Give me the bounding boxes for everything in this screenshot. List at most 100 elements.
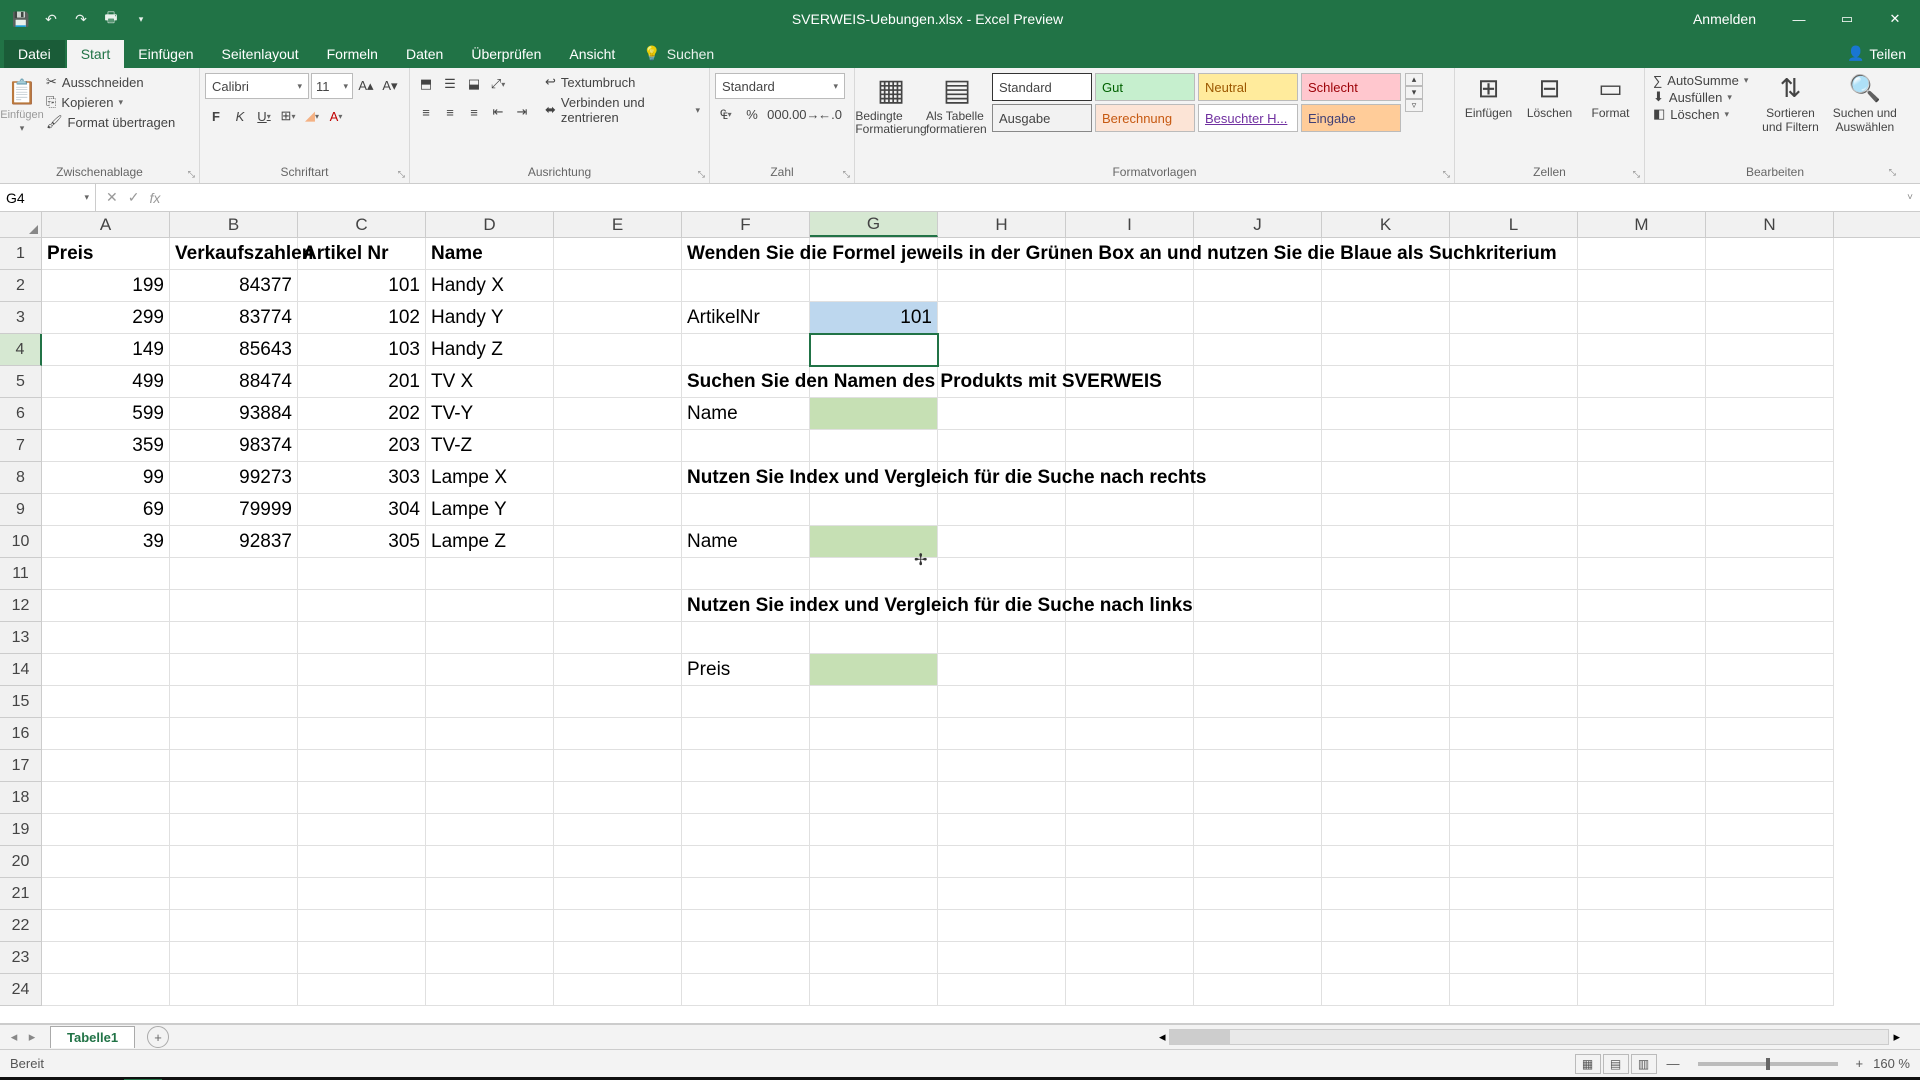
save-icon[interactable]: 💾 xyxy=(10,8,32,30)
cell-A18[interactable] xyxy=(42,782,170,814)
cell-F8[interactable]: Nutzen Sie Index und Vergleich für die S… xyxy=(682,462,810,494)
cell-D5[interactable]: TV X xyxy=(426,366,554,398)
cell-A13[interactable] xyxy=(42,622,170,654)
cell-J16[interactable] xyxy=(1194,718,1322,750)
col-header-J[interactable]: J xyxy=(1194,212,1322,237)
cell-B13[interactable] xyxy=(170,622,298,654)
cell-I11[interactable] xyxy=(1066,558,1194,590)
cell-A20[interactable] xyxy=(42,846,170,878)
align-top-button[interactable]: ⬒ xyxy=(415,73,437,95)
cell-J22[interactable] xyxy=(1194,910,1322,942)
cell-D12[interactable] xyxy=(426,590,554,622)
cell-C18[interactable] xyxy=(298,782,426,814)
view-pagebreak-button[interactable]: ▥ xyxy=(1631,1054,1657,1074)
cell-C5[interactable]: 201 xyxy=(298,366,426,398)
cell-N20[interactable] xyxy=(1706,846,1834,878)
row-header-21[interactable]: 21 xyxy=(0,878,42,910)
view-normal-button[interactable]: ▦ xyxy=(1575,1054,1601,1074)
cell-E14[interactable] xyxy=(554,654,682,686)
format-painter-button[interactable]: 🖌Format übertragen xyxy=(43,113,178,131)
underline-button[interactable]: U▾ xyxy=(253,105,275,127)
cell-N12[interactable] xyxy=(1706,590,1834,622)
cell-G24[interactable] xyxy=(810,974,938,1006)
col-header-N[interactable]: N xyxy=(1706,212,1834,237)
cell-H20[interactable] xyxy=(938,846,1066,878)
cell-E15[interactable] xyxy=(554,686,682,718)
tab-seitenlayout[interactable]: Seitenlayout xyxy=(208,40,313,68)
cell-N6[interactable] xyxy=(1706,398,1834,430)
col-header-D[interactable]: D xyxy=(426,212,554,237)
row-header-13[interactable]: 13 xyxy=(0,622,42,654)
cell-C7[interactable]: 203 xyxy=(298,430,426,462)
cell-H14[interactable] xyxy=(938,654,1066,686)
cell-M13[interactable] xyxy=(1578,622,1706,654)
col-header-G[interactable]: G xyxy=(810,212,938,237)
cell-H23[interactable] xyxy=(938,942,1066,974)
cell-D13[interactable] xyxy=(426,622,554,654)
cell-L21[interactable] xyxy=(1450,878,1578,910)
undo-icon[interactable]: ↶ xyxy=(40,8,62,30)
cell-A6[interactable]: 599 xyxy=(42,398,170,430)
cell-N22[interactable] xyxy=(1706,910,1834,942)
maximize-button[interactable]: ▭ xyxy=(1824,0,1870,38)
cell-K11[interactable] xyxy=(1322,558,1450,590)
cell-B20[interactable] xyxy=(170,846,298,878)
col-header-M[interactable]: M xyxy=(1578,212,1706,237)
cell-J20[interactable] xyxy=(1194,846,1322,878)
row-header-17[interactable]: 17 xyxy=(0,750,42,782)
cell-E24[interactable] xyxy=(554,974,682,1006)
decrease-indent-button[interactable]: ⇤ xyxy=(487,101,509,123)
sign-in-link[interactable]: Anmelden xyxy=(1693,11,1756,27)
cell-C1[interactable]: Artikel Nr xyxy=(298,238,426,270)
cell-C2[interactable]: 101 xyxy=(298,270,426,302)
cell-M14[interactable] xyxy=(1578,654,1706,686)
cell-L20[interactable] xyxy=(1450,846,1578,878)
cell-G13[interactable] xyxy=(810,622,938,654)
row-header-19[interactable]: 19 xyxy=(0,814,42,846)
cell-N14[interactable] xyxy=(1706,654,1834,686)
col-header-B[interactable]: B xyxy=(170,212,298,237)
cell-B14[interactable] xyxy=(170,654,298,686)
cell-N13[interactable] xyxy=(1706,622,1834,654)
cell-G9[interactable] xyxy=(810,494,938,526)
cell-J13[interactable] xyxy=(1194,622,1322,654)
cell-A16[interactable] xyxy=(42,718,170,750)
cell-K4[interactable] xyxy=(1322,334,1450,366)
tab-formeln[interactable]: Formeln xyxy=(313,40,392,68)
cell-J4[interactable] xyxy=(1194,334,1322,366)
cell-J21[interactable] xyxy=(1194,878,1322,910)
cell-H7[interactable] xyxy=(938,430,1066,462)
cell-B7[interactable]: 98374 xyxy=(170,430,298,462)
cell-K12[interactable] xyxy=(1322,590,1450,622)
align-bottom-button[interactable]: ⬓ xyxy=(463,73,485,95)
cell-E4[interactable] xyxy=(554,334,682,366)
cell-G6[interactable] xyxy=(810,398,938,430)
row-header-11[interactable]: 11 xyxy=(0,558,42,590)
cell-N7[interactable] xyxy=(1706,430,1834,462)
cell-C13[interactable] xyxy=(298,622,426,654)
row-header-20[interactable]: 20 xyxy=(0,846,42,878)
cell-E13[interactable] xyxy=(554,622,682,654)
style-eingabe[interactable]: Eingabe xyxy=(1301,104,1401,132)
grow-font-button[interactable]: A▴ xyxy=(355,75,377,97)
cell-H6[interactable] xyxy=(938,398,1066,430)
cell-I4[interactable] xyxy=(1066,334,1194,366)
cell-A10[interactable]: 39 xyxy=(42,526,170,558)
cell-K19[interactable] xyxy=(1322,814,1450,846)
cell-M8[interactable] xyxy=(1578,462,1706,494)
insert-cells-button[interactable]: ⊞Einfügen xyxy=(1460,73,1517,120)
cell-A22[interactable] xyxy=(42,910,170,942)
row-header-7[interactable]: 7 xyxy=(0,430,42,462)
row-header-2[interactable]: 2 xyxy=(0,270,42,302)
align-middle-button[interactable]: ☰ xyxy=(439,73,461,95)
tab-uberprufen[interactable]: Überprüfen xyxy=(457,40,555,68)
sheet-tab-1[interactable]: Tabelle1 xyxy=(50,1026,135,1048)
cell-C4[interactable]: 103 xyxy=(298,334,426,366)
cell-N4[interactable] xyxy=(1706,334,1834,366)
cell-A4[interactable]: 149 xyxy=(42,334,170,366)
cell-B21[interactable] xyxy=(170,878,298,910)
cell-K16[interactable] xyxy=(1322,718,1450,750)
close-button[interactable]: ✕ xyxy=(1872,0,1918,38)
align-left-button[interactable]: ≡ xyxy=(415,101,437,123)
cell-C12[interactable] xyxy=(298,590,426,622)
